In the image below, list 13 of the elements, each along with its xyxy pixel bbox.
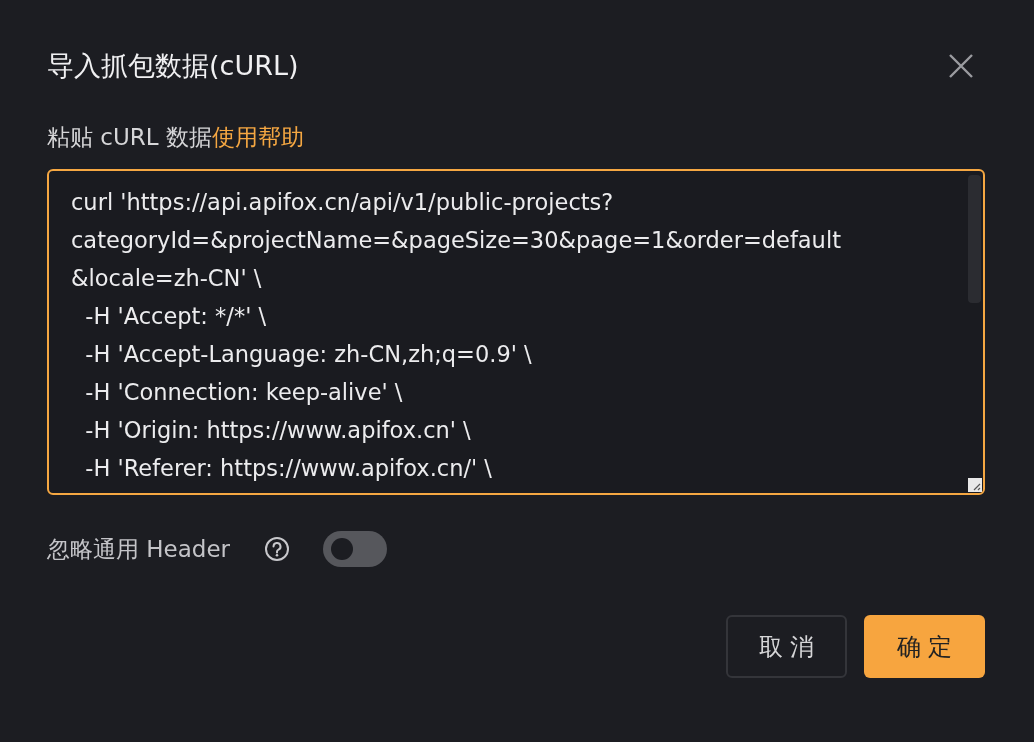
scrollbar-thumb[interactable] bbox=[968, 175, 981, 303]
resize-handle-icon[interactable] bbox=[968, 478, 982, 492]
dialog-title: 导入抓包数据(cURL) bbox=[47, 49, 299, 83]
toggle-switch[interactable] bbox=[323, 531, 388, 567]
option-label: 忽略通用 Header bbox=[47, 534, 231, 564]
curl-text: curl 'https://api.apifox.cn/api/v1/public-projects? categoryId=&projectName=&pageSize=30&page=1&order=default &locale=zh-CN' \ -H 'Accept: */*' \ -H 'Accept-Language: zh-CN,zh;q=0.9' \ -H 'Connection: keep-alive' \ -H 'Origin: https://www.apifox.cn' \ -H 'Referer: https://www.apifox.cn/' \ bbox=[71, 188, 841, 483]
curl-input-field[interactable] bbox=[47, 169, 985, 495]
help-link[interactable]: 使用帮助 bbox=[211, 124, 304, 150]
help-icon[interactable] bbox=[264, 536, 291, 562]
field-label: 粘贴 cURL 数据 bbox=[47, 124, 212, 150]
cancel-button[interactable]: 取 消 bbox=[726, 615, 847, 678]
close-icon[interactable] bbox=[948, 53, 974, 79]
confirm-button[interactable]: 确 定 bbox=[864, 615, 985, 678]
